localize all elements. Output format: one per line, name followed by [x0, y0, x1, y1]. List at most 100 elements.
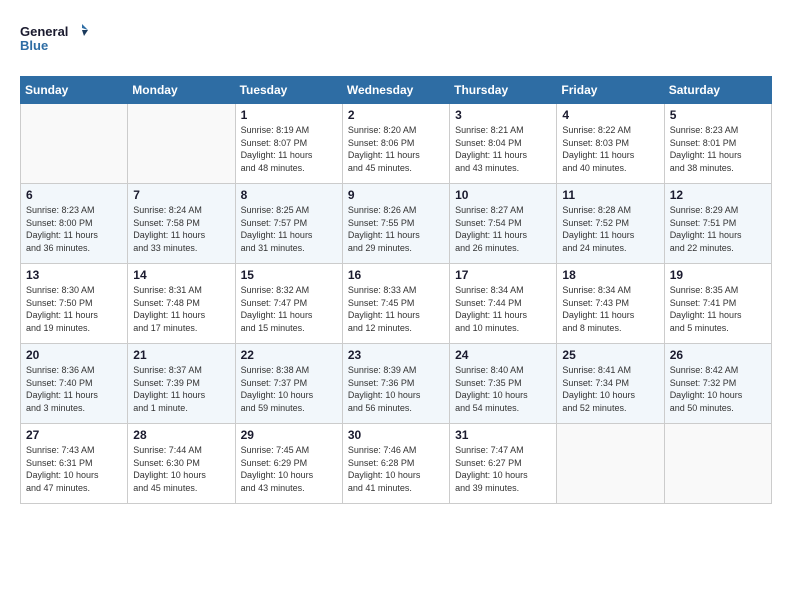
- day-info: Sunrise: 8:28 AM Sunset: 7:52 PM Dayligh…: [562, 204, 658, 254]
- calendar-week-row: 20Sunrise: 8:36 AM Sunset: 7:40 PM Dayli…: [21, 344, 772, 424]
- day-info: Sunrise: 8:31 AM Sunset: 7:48 PM Dayligh…: [133, 284, 229, 334]
- calendar-cell: 9Sunrise: 8:26 AM Sunset: 7:55 PM Daylig…: [342, 184, 449, 264]
- day-info: Sunrise: 7:45 AM Sunset: 6:29 PM Dayligh…: [241, 444, 337, 494]
- calendar-cell: 14 Sunrise: 8:31 AM Sunset: 7:48 PM Dayli…: [128, 264, 235, 344]
- calendar-cell: 6 Sunrise: 8:23 AM Sunset: 8:00 PM Daylig…: [21, 184, 128, 264]
- calendar-cell: 10 Sunrise: 8:27 AM Sunset: 7:54 PM Dayli…: [450, 184, 557, 264]
- day-number: 15: [241, 268, 337, 282]
- calendar-week-row: 6 Sunrise: 8:23 AM Sunset: 8:00 PM Daylig…: [21, 184, 772, 264]
- day-info: Sunrise: 8:25 AM Sunset: 7:57 PM Dayligh…: [241, 204, 337, 254]
- weekday-header: Wednesday: [342, 77, 449, 104]
- day-number: 28: [133, 428, 229, 442]
- weekday-header: Thursday: [450, 77, 557, 104]
- day-info: Sunrise: 8:23 AM Sunset: 8:00 PM Dayligh…: [26, 204, 122, 254]
- calendar-week-row: 13 Sunrise: 8:30 AM Sunset: 7:50 PM Dayli…: [21, 264, 772, 344]
- day-number: 14: [133, 268, 229, 282]
- day-number: 10: [455, 188, 551, 202]
- weekday-header: Saturday: [664, 77, 771, 104]
- calendar-week-row: 27 Sunrise: 7:43 AM Sunset: 6:31 PM Dayli…: [21, 424, 772, 504]
- day-number: 23: [348, 348, 444, 362]
- calendar-table: SundayMondayTuesdayWednesdayThursdayFrid…: [20, 76, 772, 504]
- day-info: Sunrise: 8:27 AM Sunset: 7:54 PM Dayligh…: [455, 204, 551, 254]
- calendar-cell: 24 Sunrise: 8:40 AM Sunset: 7:35 PM Dayli…: [450, 344, 557, 424]
- day-info: Sunrise: 8:24 AM Sunset: 7:58 PM Dayligh…: [133, 204, 229, 254]
- calendar-cell: [21, 104, 128, 184]
- page-header: General Blue: [20, 20, 772, 60]
- day-info: Sunrise: 8:26 AM Sunset: 7:55 PM Dayligh…: [348, 204, 444, 254]
- calendar-cell: 25 Sunrise: 8:41 AM Sunset: 7:34 PM Dayli…: [557, 344, 664, 424]
- calendar-cell: 15 Sunrise: 8:32 AM Sunset: 7:47 PM Dayli…: [235, 264, 342, 344]
- calendar-cell: 1Sunrise: 8:19 AM Sunset: 8:07 PM Daylig…: [235, 104, 342, 184]
- calendar-cell: 21Sunrise: 8:37 AM Sunset: 7:39 PM Dayli…: [128, 344, 235, 424]
- calendar-cell: [128, 104, 235, 184]
- calendar-cell: 5 Sunrise: 8:23 AM Sunset: 8:01 PM Daylig…: [664, 104, 771, 184]
- calendar-cell: 29Sunrise: 7:45 AM Sunset: 6:29 PM Dayli…: [235, 424, 342, 504]
- day-number: 31: [455, 428, 551, 442]
- weekday-header: Monday: [128, 77, 235, 104]
- day-info: Sunrise: 7:47 AM Sunset: 6:27 PM Dayligh…: [455, 444, 551, 494]
- calendar-cell: 12 Sunrise: 8:29 AM Sunset: 7:51 PM Dayli…: [664, 184, 771, 264]
- weekday-header: Friday: [557, 77, 664, 104]
- day-info: Sunrise: 8:38 AM Sunset: 7:37 PM Dayligh…: [241, 364, 337, 414]
- day-number: 4: [562, 108, 658, 122]
- svg-text:General: General: [20, 24, 68, 39]
- day-info: Sunrise: 8:40 AM Sunset: 7:35 PM Dayligh…: [455, 364, 551, 414]
- calendar-cell: 13 Sunrise: 8:30 AM Sunset: 7:50 PM Dayli…: [21, 264, 128, 344]
- day-number: 3: [455, 108, 551, 122]
- day-info: Sunrise: 8:41 AM Sunset: 7:34 PM Dayligh…: [562, 364, 658, 414]
- calendar-week-row: 1Sunrise: 8:19 AM Sunset: 8:07 PM Daylig…: [21, 104, 772, 184]
- calendar-cell: 3Sunrise: 8:21 AM Sunset: 8:04 PM Daylig…: [450, 104, 557, 184]
- calendar-header: SundayMondayTuesdayWednesdayThursdayFrid…: [21, 77, 772, 104]
- calendar-cell: 27 Sunrise: 7:43 AM Sunset: 6:31 PM Dayli…: [21, 424, 128, 504]
- calendar-cell: 7 Sunrise: 8:24 AM Sunset: 7:58 PM Daylig…: [128, 184, 235, 264]
- day-info: Sunrise: 7:46 AM Sunset: 6:28 PM Dayligh…: [348, 444, 444, 494]
- day-number: 21: [133, 348, 229, 362]
- calendar-cell: 26Sunrise: 8:42 AM Sunset: 7:32 PM Dayli…: [664, 344, 771, 424]
- calendar-cell: 11 Sunrise: 8:28 AM Sunset: 7:52 PM Dayli…: [557, 184, 664, 264]
- day-number: 13: [26, 268, 122, 282]
- weekday-header: Sunday: [21, 77, 128, 104]
- day-info: Sunrise: 8:20 AM Sunset: 8:06 PM Dayligh…: [348, 124, 444, 174]
- calendar-cell: 16 Sunrise: 8:33 AM Sunset: 7:45 PM Dayli…: [342, 264, 449, 344]
- day-number: 16: [348, 268, 444, 282]
- day-number: 12: [670, 188, 766, 202]
- day-info: Sunrise: 8:23 AM Sunset: 8:01 PM Dayligh…: [670, 124, 766, 174]
- day-number: 6: [26, 188, 122, 202]
- day-number: 11: [562, 188, 658, 202]
- day-number: 30: [348, 428, 444, 442]
- calendar-cell: 28 Sunrise: 7:44 AM Sunset: 6:30 PM Dayli…: [128, 424, 235, 504]
- day-info: Sunrise: 7:44 AM Sunset: 6:30 PM Dayligh…: [133, 444, 229, 494]
- calendar-cell: 17 Sunrise: 8:34 AM Sunset: 7:44 PM Dayli…: [450, 264, 557, 344]
- calendar-cell: 19Sunrise: 8:35 AM Sunset: 7:41 PM Dayli…: [664, 264, 771, 344]
- day-info: Sunrise: 8:35 AM Sunset: 7:41 PM Dayligh…: [670, 284, 766, 334]
- day-number: 17: [455, 268, 551, 282]
- day-info: Sunrise: 8:22 AM Sunset: 8:03 PM Dayligh…: [562, 124, 658, 174]
- day-info: Sunrise: 8:42 AM Sunset: 7:32 PM Dayligh…: [670, 364, 766, 414]
- day-number: 22: [241, 348, 337, 362]
- day-info: Sunrise: 8:33 AM Sunset: 7:45 PM Dayligh…: [348, 284, 444, 334]
- day-number: 24: [455, 348, 551, 362]
- day-number: 7: [133, 188, 229, 202]
- calendar-cell: 2 Sunrise: 8:20 AM Sunset: 8:06 PM Daylig…: [342, 104, 449, 184]
- day-number: 5: [670, 108, 766, 122]
- day-number: 18: [562, 268, 658, 282]
- calendar-cell: [557, 424, 664, 504]
- day-number: 25: [562, 348, 658, 362]
- calendar-cell: 18 Sunrise: 8:34 AM Sunset: 7:43 PM Dayli…: [557, 264, 664, 344]
- logo-svg: General Blue: [20, 20, 90, 60]
- weekday-header: Tuesday: [235, 77, 342, 104]
- calendar-cell: 20Sunrise: 8:36 AM Sunset: 7:40 PM Dayli…: [21, 344, 128, 424]
- day-info: Sunrise: 8:32 AM Sunset: 7:47 PM Dayligh…: [241, 284, 337, 334]
- day-info: Sunrise: 8:30 AM Sunset: 7:50 PM Dayligh…: [26, 284, 122, 334]
- day-number: 2: [348, 108, 444, 122]
- day-info: Sunrise: 8:34 AM Sunset: 7:43 PM Dayligh…: [562, 284, 658, 334]
- day-info: Sunrise: 8:19 AM Sunset: 8:07 PM Dayligh…: [241, 124, 337, 174]
- svg-text:Blue: Blue: [20, 38, 48, 53]
- day-info: Sunrise: 8:29 AM Sunset: 7:51 PM Dayligh…: [670, 204, 766, 254]
- day-number: 27: [26, 428, 122, 442]
- day-number: 8: [241, 188, 337, 202]
- day-info: Sunrise: 7:43 AM Sunset: 6:31 PM Dayligh…: [26, 444, 122, 494]
- day-info: Sunrise: 8:34 AM Sunset: 7:44 PM Dayligh…: [455, 284, 551, 334]
- logo: General Blue: [20, 20, 90, 60]
- calendar-cell: 8 Sunrise: 8:25 AM Sunset: 7:57 PM Daylig…: [235, 184, 342, 264]
